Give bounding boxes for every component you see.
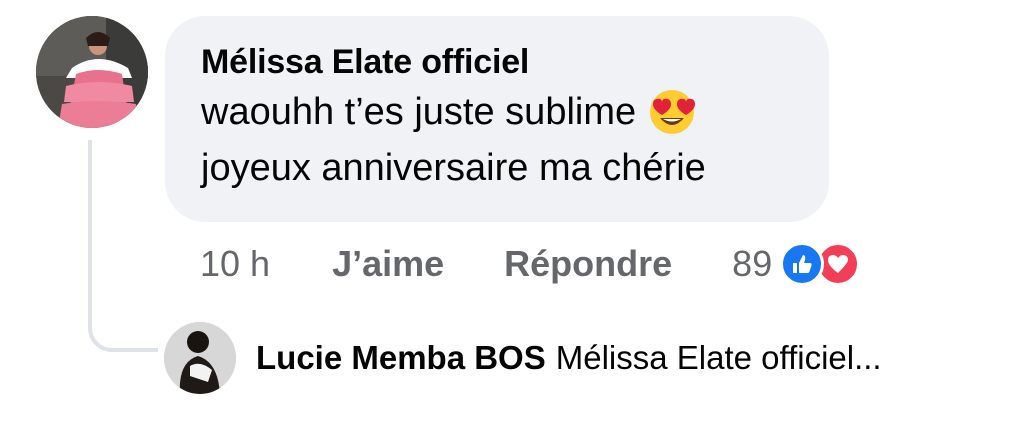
comment-text-1: waouhh t’es juste sublime [201,91,637,133]
commenter-photo [36,16,148,128]
replier-photo [164,322,236,394]
heart-eyes-emoji-icon [650,90,696,134]
comment-author[interactable]: Mélissa Elate officiel [201,40,793,84]
replier-avatar[interactable] [164,322,236,394]
like-reaction-icon[interactable] [780,242,825,286]
commenter-avatar[interactable] [36,16,148,128]
comment-text-line-1: waouhh t’es juste sublime [201,84,793,140]
reaction-count[interactable]: 89 [732,243,772,285]
reply-preview[interactable]: Lucie Memba BOS Mélissa Elate officiel... [256,336,882,380]
reply-author[interactable]: Lucie Memba BOS [256,339,546,376]
thread-connector [88,140,158,352]
comment-text-2: joyeux anniversaire ma chérie [201,147,706,189]
reply-button[interactable]: Répondre [504,243,672,285]
like-button[interactable]: J’aime [332,243,444,285]
comment-text-line-2: joyeux anniversaire ma chérie [201,140,793,196]
comment-actions: 10 h J’aime Répondre 89 [200,238,861,290]
comment-timestamp[interactable]: 10 h [200,243,270,285]
comment-bubble: Mélissa Elate officiel waouhh t’es juste… [165,16,829,222]
reply-preview-text: Mélissa Elate officiel... [555,339,882,376]
